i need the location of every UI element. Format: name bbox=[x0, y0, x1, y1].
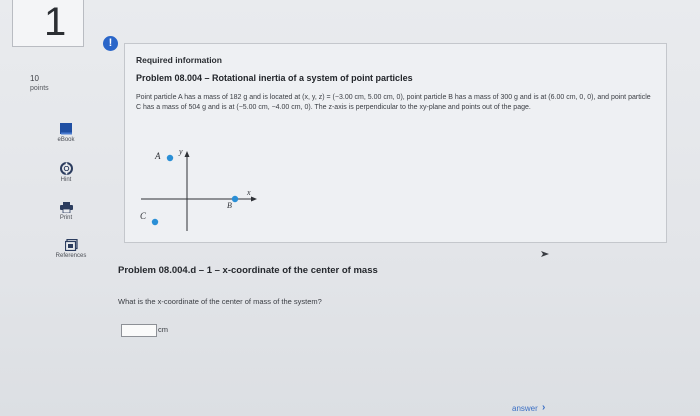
ebook-label: eBook bbox=[57, 137, 75, 143]
answer-link[interactable]: answer bbox=[512, 404, 538, 413]
references-button[interactable]: References bbox=[48, 239, 94, 259]
problem-title: Problem 08.004 – Rotational inertia of a… bbox=[136, 73, 413, 83]
points-value: 10 bbox=[30, 74, 39, 83]
ebook-icon bbox=[60, 123, 72, 135]
print-button[interactable]: Print bbox=[44, 202, 88, 221]
references-label: References bbox=[55, 253, 87, 259]
y-axis-label: y bbox=[178, 147, 183, 156]
problem-description: Point particle A has a mass of 182 g and… bbox=[136, 94, 651, 111]
required-information-panel: Required information Problem 08.004 – Ro… bbox=[124, 43, 667, 243]
particle-a-point bbox=[166, 154, 174, 162]
ebook-button[interactable]: eBook bbox=[44, 123, 88, 143]
x-axis-label: x bbox=[246, 188, 251, 197]
hint-label: Hint bbox=[60, 177, 72, 183]
particle-b-point bbox=[231, 195, 239, 203]
hint-button[interactable]: Hint bbox=[44, 162, 88, 183]
part-d-title: Problem 08.004.d – 1 – x-coordinate of t… bbox=[118, 265, 378, 276]
references-icon bbox=[64, 239, 78, 251]
lifebuoy-icon bbox=[59, 162, 73, 175]
alert-icon: ! bbox=[103, 36, 118, 51]
particle-c-point bbox=[151, 218, 159, 226]
particle-c-label: C bbox=[140, 211, 147, 221]
particle-b-label: B bbox=[227, 201, 232, 210]
particle-diagram: x y A B C bbox=[140, 147, 257, 231]
question-number: 1 bbox=[44, 0, 67, 44]
particle-a-label: A bbox=[154, 151, 161, 161]
chevron-right-icon[interactable]: › bbox=[542, 402, 545, 413]
y-axis-arrow bbox=[184, 151, 190, 157]
mouse-cursor-icon bbox=[541, 251, 549, 257]
print-label: Print bbox=[59, 215, 73, 221]
part-d-question: What is the x-coordinate of the center o… bbox=[118, 297, 322, 306]
answer-unit: cm bbox=[158, 325, 168, 334]
required-information-heading: Required information bbox=[136, 55, 222, 65]
answer-input[interactable] bbox=[121, 324, 157, 337]
printer-icon bbox=[59, 202, 73, 213]
x-axis-arrow bbox=[251, 196, 257, 202]
points-label: points bbox=[30, 85, 49, 92]
